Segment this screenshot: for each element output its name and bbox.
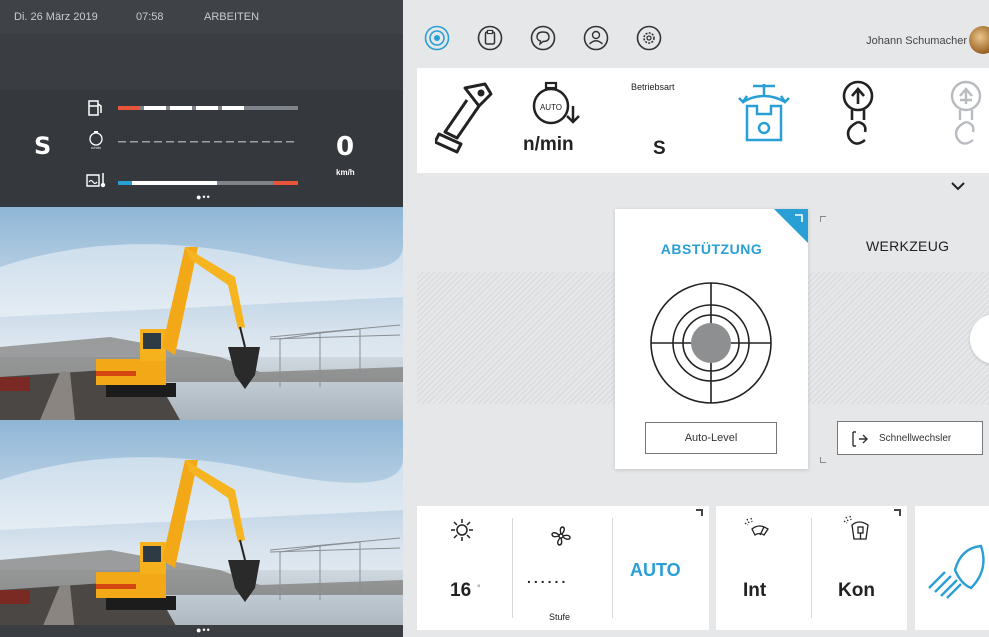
lifting-mode-icon[interactable] (735, 82, 793, 148)
werkzeug-corner-bottom (820, 457, 826, 463)
clipboard-icon[interactable] (477, 25, 503, 51)
rpm-label: n/min (523, 134, 574, 155)
gauge-pager[interactable]: ●•• (196, 192, 211, 202)
joystick-icon[interactable] (435, 80, 497, 156)
temperature-value[interactable]: 16 (450, 580, 471, 602)
rpm-dash (118, 141, 126, 143)
user-icon[interactable] (583, 25, 609, 51)
status-band (0, 56, 403, 90)
rpm-bar (118, 141, 294, 143)
rpm-dash (202, 141, 210, 143)
rpm-dash (142, 141, 150, 143)
rpm-dash (166, 141, 174, 143)
auto-level-button[interactable]: Auto-Level (645, 422, 777, 454)
rpm-dash (250, 141, 258, 143)
climate-divider-1 (512, 518, 513, 618)
heater-icon (451, 519, 473, 541)
rpm-small-unit: n/min (91, 145, 101, 150)
front-wiper-icon (744, 517, 769, 536)
werkzeug-corner-top (820, 216, 826, 222)
camera-pager[interactable]: ●•• (196, 625, 211, 635)
rpm-dash (190, 141, 198, 143)
wiper-corner-icon (894, 509, 901, 516)
betriebsart-label: Betriebsart (631, 82, 675, 92)
gauge-panel: S n/min 0 km/h ●•• (0, 90, 403, 207)
rpm-dash (130, 141, 138, 143)
headlight-icon (928, 544, 985, 599)
operating-mode-icon[interactable] (424, 25, 450, 51)
avatar[interactable] (969, 26, 989, 54)
rpm-dash (178, 141, 186, 143)
abstuetzung-card[interactable]: ABSTÜTZUNG Auto-Level (615, 209, 808, 469)
auto-rpm-icon[interactable]: AUTO (529, 76, 587, 132)
fuel-segment (222, 106, 244, 110)
chevron-down-icon[interactable] (949, 180, 967, 192)
climate-auto-button[interactable]: AUTO (630, 560, 681, 581)
speed-value: 0 (336, 132, 355, 162)
user-name[interactable]: Johann Schumacher (866, 35, 967, 47)
left-panel: Di. 26 März 2019 07:58 ARBEITEN S n/min (0, 0, 403, 637)
rpm-dash (226, 141, 234, 143)
outrigger-level-icon (650, 282, 772, 404)
hook-up-icon[interactable] (835, 78, 881, 150)
climate-corner-icon (696, 509, 703, 516)
coolant-temp-icon (86, 173, 106, 188)
rpm-dash (214, 141, 222, 143)
schnellwechsler-button[interactable]: Schnellwechsler (837, 421, 983, 455)
fuel-icon (88, 100, 102, 116)
wiper-divider (811, 518, 812, 618)
chat-icon[interactable] (530, 25, 556, 51)
fan-level-label: Stufe (549, 612, 571, 622)
tool-strip: AUTO n/min Betriebsart S (417, 68, 989, 173)
rpm-dash (154, 141, 162, 143)
rpm-dash (286, 141, 294, 143)
roof-wiper-icon (843, 515, 869, 540)
settings-icon[interactable] (636, 25, 662, 51)
fan-level-dots[interactable]: ...... (527, 570, 568, 586)
quick-coupler-icon (852, 431, 868, 447)
temp-bar (118, 181, 298, 185)
front-wiper-value[interactable]: Int (743, 580, 766, 602)
camera-view-2[interactable] (0, 420, 403, 633)
fuel-segment (144, 106, 166, 110)
werkzeug-tab[interactable]: WERKZEUG (866, 238, 949, 254)
fuel-segment (196, 106, 218, 110)
roof-wiper-value[interactable]: Kon (838, 580, 875, 602)
status-time: 07:58 (136, 11, 164, 23)
camera-view-1[interactable] (0, 207, 403, 420)
fuel-bar (118, 106, 298, 110)
auto-badge: AUTO (540, 103, 562, 112)
status-bar: Di. 26 März 2019 07:58 ARBEITEN (0, 0, 403, 34)
speed-unit: km/h (336, 168, 355, 177)
betriebsart-value[interactable]: S (653, 138, 666, 160)
hook-up-disabled-icon[interactable] (943, 78, 989, 150)
rpm-dash (238, 141, 246, 143)
temperature-unit: ° (477, 583, 481, 593)
rpm-gauge-icon: n/min (89, 131, 103, 150)
climate-divider-2 (612, 518, 613, 618)
camera-pager-bar: ●•• (0, 625, 403, 637)
top-bar: Johann Schumacher (403, 0, 989, 62)
schnellwechsler-label: Schnellwechsler (879, 433, 952, 444)
card-title: ABSTÜTZUNG (660, 241, 763, 257)
status-state: ARBEITEN (204, 11, 260, 23)
fan-icon (551, 526, 571, 546)
status-date: Di. 26 März 2019 (14, 11, 98, 23)
rpm-dash (274, 141, 282, 143)
mode-indicator: S (34, 132, 52, 160)
corner-arrow-icon (795, 214, 803, 222)
fuel-segment (170, 106, 192, 110)
rpm-dash (262, 141, 270, 143)
